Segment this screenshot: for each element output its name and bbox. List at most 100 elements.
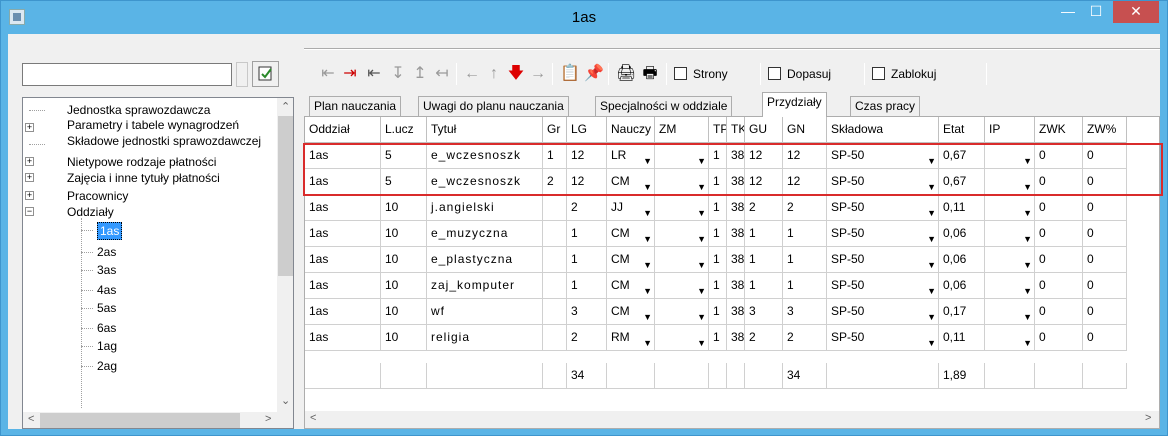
dropdown-arrow-icon[interactable]: ▼ [1023, 331, 1032, 350]
cell-gr[interactable]: 2 [543, 169, 567, 195]
cell-nauczyciel[interactable]: RM ▼ [607, 325, 655, 351]
dopasuj-checkbox[interactable]: Dopasuj [768, 66, 831, 82]
cell-zm[interactable]: ▼ [655, 143, 709, 169]
search-options-button[interactable] [236, 62, 248, 87]
dropdown-arrow-icon[interactable]: ▼ [643, 279, 652, 298]
cell-lg[interactable]: 2 [567, 325, 607, 351]
cell-zw-pct[interactable]: 0 [1083, 169, 1127, 195]
cell-lucz[interactable]: 5 [381, 169, 427, 195]
cell-nauczyciel[interactable]: CM ▼ [607, 169, 655, 195]
cell-lg[interactable]: 12 [567, 143, 607, 169]
cell-lucz[interactable]: 10 [381, 325, 427, 351]
cell-zw-pct[interactable]: 0 [1083, 325, 1127, 351]
dropdown-arrow-icon[interactable]: ▼ [643, 227, 652, 246]
cell-oddzial[interactable]: 1as [305, 299, 381, 325]
cell-tytul[interactable]: e_muzyczna [427, 221, 543, 247]
cell-tk[interactable]: 38 [727, 273, 745, 299]
column-header-etat[interactable]: Etat [939, 117, 985, 143]
dropdown-arrow-icon[interactable]: ▼ [643, 149, 652, 168]
cell-gr[interactable] [543, 325, 567, 351]
cell-tp[interactable]: 1 [709, 221, 727, 247]
cell-zm[interactable]: ▼ [655, 325, 709, 351]
column-header-ip[interactable]: IP [985, 117, 1035, 143]
cell-etat[interactable]: 0,06 [939, 247, 985, 273]
maximize-button[interactable]: ☐ [1082, 1, 1110, 23]
cell-zwk[interactable]: 0 [1035, 169, 1083, 195]
move-first-icon[interactable]: ⇤ [318, 64, 338, 84]
dropdown-arrow-icon[interactable]: ▼ [927, 227, 936, 246]
cell-skladowa[interactable]: SP-50 ▼ [827, 143, 939, 169]
cell-etat[interactable]: 0,11 [939, 195, 985, 221]
cell-tk[interactable]: 38 [727, 299, 745, 325]
cell-lucz[interactable]: 10 [381, 273, 427, 299]
cell-tp[interactable]: 1 [709, 195, 727, 221]
cell-lg[interactable]: 1 [567, 247, 607, 273]
cell-gu[interactable]: 2 [745, 195, 783, 221]
column-header-tytul[interactable]: Tytuł [427, 117, 543, 143]
cell-tytul[interactable]: religia [427, 325, 543, 351]
dropdown-arrow-icon[interactable]: ▼ [927, 279, 936, 298]
cell-etat[interactable]: 0,17 [939, 299, 985, 325]
cell-ip[interactable]: ▼ [985, 273, 1035, 299]
cell-tk[interactable]: 38 [727, 143, 745, 169]
scroll-up-icon[interactable]: ⌃ [281, 100, 290, 113]
cell-zw-pct[interactable]: 0 [1083, 195, 1127, 221]
column-header-lucz[interactable]: L.ucz [381, 117, 427, 143]
column-header-tk[interactable]: TK [727, 117, 745, 143]
tab-plan-nauczania[interactable]: Plan nauczania [309, 96, 402, 116]
cell-tytul[interactable]: e_wczesnoszk [427, 169, 543, 195]
cell-tp[interactable]: 1 [709, 299, 727, 325]
dropdown-arrow-icon[interactable]: ▼ [927, 331, 936, 350]
dropdown-arrow-icon[interactable]: ▼ [697, 279, 706, 298]
cell-zwk[interactable]: 0 [1035, 247, 1083, 273]
cell-etat[interactable]: 0,11 [939, 325, 985, 351]
cell-skladowa[interactable]: SP-50 ▼ [827, 221, 939, 247]
cell-gn[interactable]: 2 [783, 195, 827, 221]
copy-icon[interactable]: 📋 [560, 64, 580, 84]
cell-gr[interactable] [543, 221, 567, 247]
dropdown-arrow-icon[interactable]: ▼ [1023, 227, 1032, 246]
paste-icon[interactable]: 📌 [584, 64, 604, 84]
cell-zwk[interactable]: 0 [1035, 273, 1083, 299]
dropdown-arrow-icon[interactable]: ▼ [643, 331, 652, 350]
cell-tytul[interactable]: j.angielski [427, 195, 543, 221]
cell-zm[interactable]: ▼ [655, 273, 709, 299]
dropdown-arrow-icon[interactable]: ▼ [1023, 305, 1032, 324]
dropdown-arrow-icon[interactable]: ▼ [927, 149, 936, 168]
cell-gn[interactable]: 1 [783, 221, 827, 247]
cell-gu[interactable]: 3 [745, 299, 783, 325]
cell-zw-pct[interactable]: 0 [1083, 143, 1127, 169]
strony-checkbox[interactable]: Strony [674, 66, 728, 82]
column-header-skladowa[interactable]: Składowa [827, 117, 939, 143]
cell-oddzial[interactable]: 1as [305, 325, 381, 351]
column-header-gu[interactable]: GU [745, 117, 783, 143]
dropdown-arrow-icon[interactable]: ▼ [697, 331, 706, 350]
dropdown-arrow-icon[interactable]: ▼ [643, 305, 652, 324]
cell-oddzial[interactable]: 1as [305, 273, 381, 299]
dropdown-arrow-icon[interactable]: ▼ [643, 253, 652, 272]
cell-lg[interactable]: 3 [567, 299, 607, 325]
dropdown-arrow-icon[interactable]: ▼ [697, 305, 706, 324]
scroll-left-icon[interactable]: < [28, 413, 34, 425]
dropdown-arrow-icon[interactable]: ▼ [1023, 201, 1032, 220]
cell-oddzial[interactable]: 1as [305, 143, 381, 169]
expand-icon[interactable]: + [25, 173, 34, 182]
column-header-zm[interactable]: ZM [655, 117, 709, 143]
zablokuj-checkbox[interactable]: Zablokuj [872, 66, 936, 82]
cell-etat[interactable]: 0,06 [939, 221, 985, 247]
cell-nauczyciel[interactable]: CM ▼ [607, 299, 655, 325]
cell-ip[interactable]: ▼ [985, 299, 1035, 325]
cell-skladowa[interactable]: SP-50 ▼ [827, 299, 939, 325]
move-up-icon[interactable]: ↥ [410, 64, 430, 84]
cell-tk[interactable]: 38 [727, 325, 745, 351]
dropdown-arrow-icon[interactable]: ▼ [1023, 149, 1032, 168]
cell-tk[interactable]: 38 [727, 169, 745, 195]
column-header-zw-pct[interactable]: ZW% [1083, 117, 1127, 143]
cell-tytul[interactable]: wf [427, 299, 543, 325]
cell-tp[interactable]: 1 [709, 247, 727, 273]
find-button[interactable] [252, 61, 279, 87]
tab-uwagi[interactable]: Uwagi do planu nauczania [418, 96, 569, 116]
column-header-zwk[interactable]: ZWK [1035, 117, 1083, 143]
dropdown-arrow-icon[interactable]: ▼ [1023, 253, 1032, 272]
cell-skladowa[interactable]: SP-50 ▼ [827, 325, 939, 351]
